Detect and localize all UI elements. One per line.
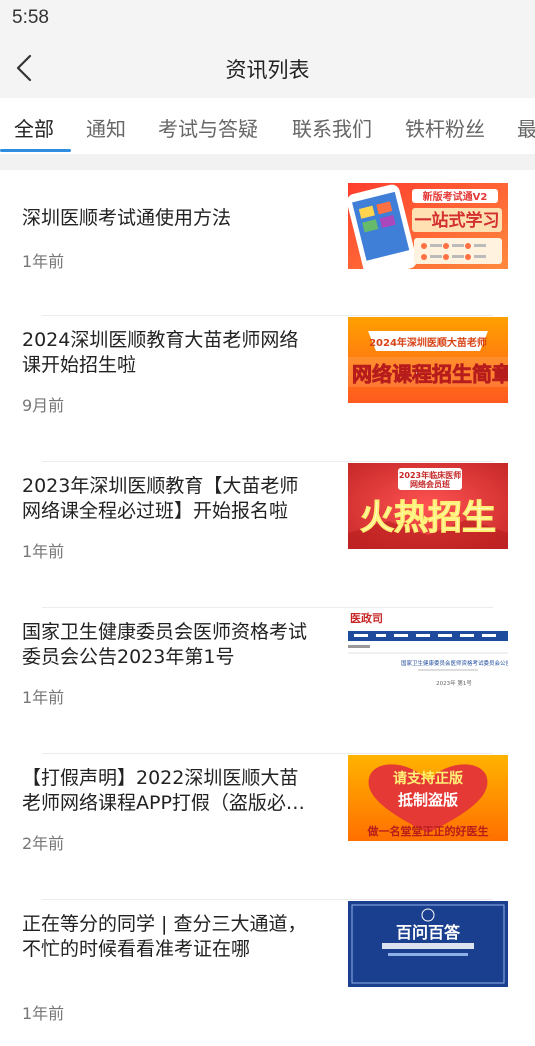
section-divider: [0, 154, 535, 170]
thumb-text: 2023年 第1号: [436, 679, 472, 687]
thumb-text: 国家卫生健康委员会医师资格考试委员会公告: [401, 659, 508, 667]
thumb-text: 百问百答: [396, 923, 461, 942]
article-thumbnail: 请支持正版 抵制盗版 做一名堂堂正正的好医生: [348, 755, 508, 841]
active-tab-indicator: [0, 149, 71, 152]
thumb-text: 医政司: [350, 611, 383, 625]
category-tabs: 全部 通知 考试与答疑 联系我们 铁杆粉丝 最: [0, 98, 535, 154]
article-title: 2023年深圳医顺教育【大苗老师网络课全程必过班】开始报名啦: [22, 475, 299, 522]
thumb-text: 网络会员班: [410, 479, 450, 489]
article-thumbnail: 2023年临床医师 网络会员班 火热招生: [348, 463, 508, 549]
thumb-text: 一站式学习: [415, 210, 500, 231]
article-time: 1年前: [22, 542, 65, 561]
article-thumbnail: 新版考试通V2 一站式学习: [348, 183, 508, 269]
article-title: 深圳医顺考试通使用方法: [22, 207, 232, 229]
article-thumbnail: 百问百答: [348, 901, 508, 987]
tab-all[interactable]: 全部: [14, 113, 54, 142]
thumb-text: 网络课程: [352, 362, 432, 386]
status-bar: 5:58: [0, 0, 535, 38]
article-time: 1年前: [22, 688, 65, 707]
thumb-text: 招生简章: [432, 362, 508, 386]
article-time: 9月前: [22, 396, 65, 415]
article-title: 国家卫生健康委员会医师资格考试委员会公告2023年第1号: [22, 621, 308, 668]
page-title: 资讯列表: [225, 58, 310, 82]
status-time: 5:58: [12, 7, 49, 28]
thumb-text: 做一名堂堂正正的好医生: [367, 824, 489, 838]
article-title: 正在等分的同学 | 查分三大通道，不忙的时候看看准考证在哪: [22, 913, 307, 960]
tab-latest[interactable]: 最: [517, 113, 535, 142]
thumb-text: 2023年临床医师: [399, 470, 461, 480]
tab-contact-us[interactable]: 联系我们: [292, 113, 372, 142]
tab-notice[interactable]: 通知: [86, 113, 126, 142]
article-thumbnail: 医政司 国家卫生健康委员会医师资格考试委员会公告 2023年 第1号: [348, 609, 508, 695]
list-item[interactable]: 【打假声明】2022深圳医顺大苗老师网络课程APP打假（盗版必究） 2年前 请支…: [0, 754, 535, 900]
thumb-text: 新版考试通V2: [423, 190, 488, 203]
thumb-text: 请支持正版: [393, 770, 463, 787]
article-thumbnail: 2024年深圳医顺大苗老师 网络课程 招生简章: [348, 317, 508, 403]
article-time: 1年前: [22, 252, 65, 271]
tab-exam-qa[interactable]: 考试与答疑: [158, 113, 258, 142]
article-time: 1年前: [22, 1004, 65, 1023]
article-title: 2024深圳医顺教育大苗老师网络课开始招生啦: [22, 329, 299, 376]
list-item[interactable]: 正在等分的同学 | 查分三大通道，不忙的时候看看准考证在哪 1年前 百问百答: [0, 900, 535, 1046]
list-item[interactable]: 国家卫生健康委员会医师资格考试委员会公告2023年第1号 1年前 医政司 国家卫…: [0, 608, 535, 754]
list-item[interactable]: 深圳医顺考试通使用方法 1年前 新版考试通V2 一站式学习: [0, 170, 535, 316]
article-title: 【打假声明】2022深圳医顺大苗老师网络课程APP打假（盗版必究）: [22, 767, 299, 814]
nav-bar: 资讯列表: [0, 38, 535, 98]
article-time: 2年前: [22, 834, 65, 853]
list-item[interactable]: 2024深圳医顺教育大苗老师网络课开始招生啦 9月前 2024年深圳医顺大苗老师…: [0, 316, 535, 462]
thumb-text: 火热招生: [360, 498, 496, 538]
thumb-text: 2024年深圳医顺大苗老师: [369, 336, 487, 349]
tab-fans[interactable]: 铁杆粉丝: [405, 113, 485, 142]
thumb-text: 抵制盗版: [398, 791, 458, 809]
list-item[interactable]: 2023年深圳医顺教育【大苗老师网络课全程必过班】开始报名啦 1年前 2023年…: [0, 462, 535, 608]
